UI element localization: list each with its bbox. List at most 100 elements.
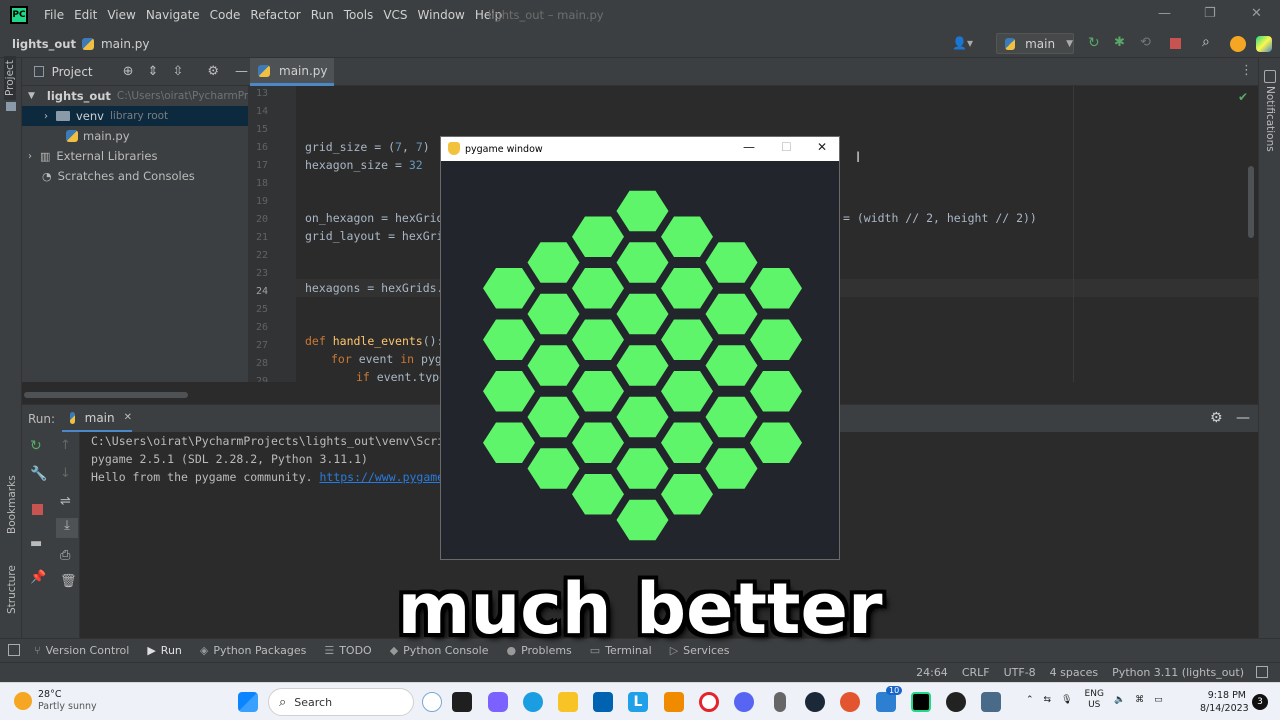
- teams-chat-icon[interactable]: [488, 692, 508, 712]
- close-icon[interactable]: ✕: [817, 140, 827, 154]
- scroll-to-end-icon[interactable]: ⤓: [56, 518, 78, 538]
- hex-cell[interactable]: [750, 422, 802, 464]
- python-interpreter[interactable]: Python 3.11 (lights_out): [1112, 666, 1244, 679]
- menu-vcs[interactable]: VCS: [383, 8, 407, 22]
- store-icon[interactable]: [593, 692, 613, 712]
- run-config-select[interactable]: main ▼: [996, 33, 1074, 54]
- menu-code[interactable]: Code: [210, 8, 241, 22]
- hide-panel-icon[interactable]: —: [1236, 410, 1250, 426]
- project-panel-title[interactable]: Project: [52, 65, 93, 79]
- bookmarks-tool-tab[interactable]: Bookmarks: [6, 475, 18, 534]
- hex-cell[interactable]: [527, 293, 580, 335]
- debug-icon[interactable]: ✱: [1114, 35, 1125, 50]
- run-tab-main[interactable]: main ✕: [62, 405, 132, 433]
- file-encoding[interactable]: UTF-8: [1004, 666, 1036, 679]
- pygame-window[interactable]: pygame window — ☐ ✕: [440, 136, 840, 560]
- hex-cell[interactable]: [527, 448, 580, 489]
- app-circle-icon[interactable]: [840, 692, 860, 712]
- expand-all-icon[interactable]: ⇕: [148, 64, 159, 79]
- hide-panel-icon[interactable]: —: [235, 64, 248, 79]
- task-view-icon[interactable]: [452, 692, 472, 712]
- hex-cell[interactable]: [572, 371, 624, 412]
- hex-cell[interactable]: [616, 345, 669, 386]
- hex-cell[interactable]: [705, 448, 758, 489]
- minimize-icon[interactable]: —: [743, 140, 755, 154]
- hex-cell[interactable]: [483, 371, 535, 412]
- hex-cell[interactable]: [750, 371, 802, 412]
- maximize-icon[interactable]: ☐: [781, 140, 792, 154]
- game-icon[interactable]: [664, 692, 684, 712]
- hex-cell[interactable]: [527, 396, 580, 438]
- print-icon[interactable]: ⎙: [60, 548, 70, 563]
- more-options-icon[interactable]: ⋮: [1240, 63, 1253, 78]
- edge-icon[interactable]: [523, 692, 543, 712]
- hex-cell[interactable]: [616, 396, 669, 438]
- mouse-app-icon[interactable]: [774, 692, 786, 712]
- breadcrumb-project[interactable]: lights_out: [12, 37, 76, 51]
- layout-icon[interactable]: ▬: [30, 536, 42, 551]
- app-badge-icon[interactable]: 10: [876, 686, 903, 712]
- jetbrains-icon[interactable]: [1256, 36, 1272, 52]
- hex-cell[interactable]: [616, 448, 669, 489]
- hex-cell[interactable]: [483, 268, 535, 309]
- discord-icon[interactable]: [734, 692, 754, 712]
- rerun-icon[interactable]: ↻: [30, 438, 42, 454]
- down-arrow-icon[interactable]: ↓: [60, 466, 71, 481]
- menu-window[interactable]: Window: [418, 8, 465, 22]
- recording-app-icon[interactable]: [946, 692, 966, 712]
- tree-item-scratches[interactable]: ◔ Scratches and Consoles: [22, 166, 248, 186]
- clock[interactable]: 9:18 PM 8/14/2023: [1200, 689, 1249, 715]
- hex-cell[interactable]: [661, 371, 713, 412]
- caret-position[interactable]: 24:64: [916, 666, 948, 679]
- hex-cell[interactable]: [705, 345, 758, 386]
- mic-icon[interactable]: 🎙: [1061, 695, 1072, 705]
- menu-edit[interactable]: Edit: [74, 8, 97, 22]
- tree-item-external-libraries[interactable]: › ▥ External Libraries: [22, 146, 248, 166]
- hex-cell[interactable]: [705, 293, 758, 335]
- close-icon[interactable]: ✕: [1251, 6, 1262, 21]
- hex-cell[interactable]: [661, 319, 713, 361]
- restore-icon[interactable]: ❐: [1204, 6, 1216, 21]
- menu-tools[interactable]: Tools: [344, 8, 374, 22]
- tray-app-icon[interactable]: ⇆: [1044, 695, 1052, 705]
- pycharm-taskbar-icon[interactable]: [911, 692, 931, 712]
- file-explorer-icon[interactable]: [558, 692, 578, 712]
- soft-wrap-icon[interactable]: ⇌: [60, 494, 71, 509]
- hex-cell[interactable]: [483, 422, 535, 464]
- hex-cell[interactable]: [527, 242, 580, 283]
- tree-item-venv[interactable]: › venv library root: [22, 106, 248, 126]
- line-separator[interactable]: CRLF: [962, 666, 990, 679]
- indent-setting[interactable]: 4 spaces: [1050, 666, 1099, 679]
- hex-cell[interactable]: [705, 396, 758, 438]
- pygame-taskbar-icon[interactable]: [981, 692, 1001, 712]
- hex-cell[interactable]: [572, 268, 624, 309]
- hex-cell[interactable]: [705, 242, 758, 283]
- menu-run[interactable]: Run: [311, 8, 334, 22]
- rerun-icon[interactable]: ↻: [1088, 35, 1100, 51]
- pygame-titlebar[interactable]: pygame window — ☐ ✕: [441, 137, 839, 161]
- tree-item-main-py[interactable]: main.py: [22, 126, 248, 146]
- app-l-icon[interactable]: L: [628, 692, 648, 712]
- up-arrow-icon[interactable]: ↑: [60, 438, 71, 453]
- update-icon[interactable]: [1230, 36, 1246, 52]
- hex-cell[interactable]: [572, 422, 624, 464]
- stop-icon[interactable]: [32, 504, 43, 515]
- hex-cell[interactable]: [661, 268, 713, 309]
- menu-file[interactable]: File: [44, 8, 64, 22]
- hex-cell[interactable]: [616, 499, 669, 541]
- notifications-icon[interactable]: [1264, 70, 1276, 83]
- bing-icon[interactable]: [422, 692, 442, 712]
- hex-cell[interactable]: [616, 293, 669, 335]
- hex-cell[interactable]: [750, 268, 802, 309]
- hex-cell[interactable]: [572, 319, 624, 361]
- breadcrumb-file[interactable]: main.py: [101, 37, 150, 51]
- hex-cell[interactable]: [661, 422, 713, 464]
- hex-cell[interactable]: [572, 474, 624, 515]
- hex-cell[interactable]: [661, 474, 713, 515]
- weather-widget[interactable]: 28°C Partly sunny: [14, 689, 97, 713]
- input-language[interactable]: ENG US: [1085, 689, 1104, 711]
- start-icon[interactable]: [238, 692, 258, 712]
- tree-root-lights-out[interactable]: ▼ lights_out C:\Users\oirat\PycharmPr: [22, 86, 248, 106]
- settings-icon[interactable]: ⚙: [207, 64, 219, 79]
- notification-icon[interactable]: 3: [1252, 694, 1268, 710]
